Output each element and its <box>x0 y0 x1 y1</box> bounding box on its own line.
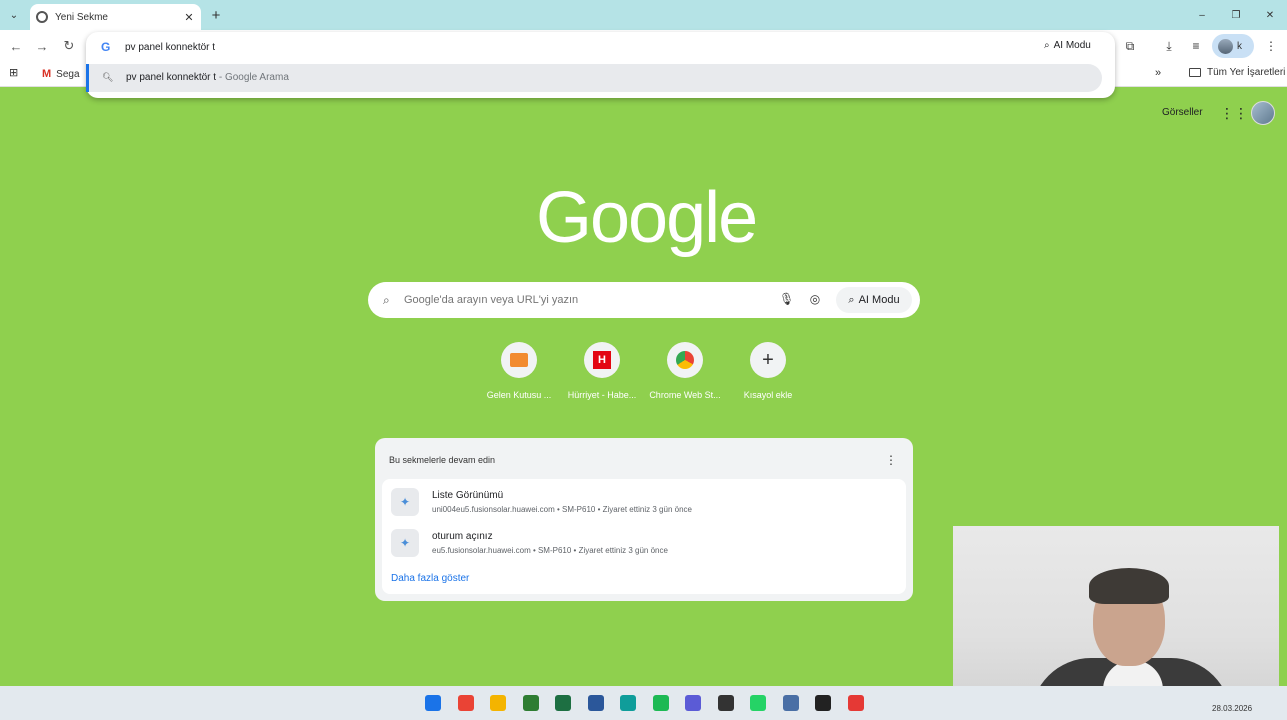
back-button[interactable]: ← <box>7 37 25 55</box>
taskbar-app-icon[interactable] <box>815 695 831 711</box>
taskbar-date: 28.03.2026 <box>1212 704 1253 713</box>
taskbar-word-icon[interactable] <box>587 695 604 711</box>
suggestion-suffix: - Google Arama <box>216 72 289 83</box>
downloads-icon[interactable]: ⤓ <box>1160 37 1178 55</box>
profile-letter: k <box>1237 40 1242 52</box>
list-item-subtitle: uni004eu5.fusionsolar.huawei.com • SM-P6… <box>432 505 692 514</box>
lens-camera-icon[interactable]: ◎ <box>808 292 822 308</box>
shortcut-chrome-web-store[interactable]: Chrome Web St... <box>643 342 727 400</box>
chrome-web-store-icon <box>676 351 694 369</box>
minimize-button[interactable]: – <box>1187 6 1217 24</box>
taskbar-start-icon[interactable] <box>425 695 441 711</box>
chrome-icon <box>36 11 48 23</box>
gmail-icon: M <box>42 68 52 80</box>
ai-mode-label: AI Modu <box>858 294 900 306</box>
shortcut-icon-circle <box>501 342 537 378</box>
mail-icon <box>510 353 528 367</box>
google-logo: Google <box>536 178 758 258</box>
card-title: Bu sekmelerle devam edin <box>389 455 496 465</box>
show-more-link[interactable]: Daha fazla göster <box>391 573 469 584</box>
search-icon: ⌕ <box>383 293 390 307</box>
tab-search-button[interactable]: ⌄ <box>5 6 23 24</box>
taskbar-excel-icon[interactable] <box>555 695 571 711</box>
taskbar-acrobat-icon[interactable] <box>847 695 864 711</box>
tab-new-tab[interactable]: Yeni Sekme ✕ <box>30 4 201 30</box>
shortcut-icon-circle <box>667 342 703 378</box>
suggestion-query: pv panel konnektör t <box>126 72 217 83</box>
taskbar-explorer-icon[interactable] <box>490 695 506 711</box>
omnibox-ai-mode-button[interactable]: ⌕ AI Modu <box>1044 40 1091 51</box>
bookmark-gmail[interactable]: M Sega <box>42 68 80 80</box>
account-avatar[interactable] <box>1251 101 1275 125</box>
windows-taskbar <box>0 686 1287 720</box>
selection-indicator <box>86 64 89 92</box>
person-hair <box>1089 568 1169 604</box>
shortcut-label: Gelen Kutusu ... <box>486 390 552 400</box>
taskbar-store-icon[interactable] <box>620 695 636 711</box>
shortcut-add[interactable]: + Kısayol ekle <box>726 342 810 400</box>
forward-button[interactable]: → <box>33 37 51 55</box>
fusionsolar-icon: ✦ <box>391 529 419 557</box>
ntp-ai-mode-button[interactable]: ⌕ AI Modu <box>836 287 912 313</box>
bookmark-label: Sega <box>56 68 80 80</box>
shortcut-label: Hürriyet - Habe... <box>567 390 637 400</box>
list-item-title: Liste Görünümü <box>432 490 504 501</box>
omnibox-dropdown: G ⌕ AI Modu 🔍︎ pv panel konnektör t - Go… <box>86 32 1115 98</box>
hurriyet-logo-icon: H <box>593 351 611 369</box>
all-bookmarks-button[interactable]: Tüm Yer İşaretleri <box>1189 67 1285 78</box>
taskbar-chrome-icon[interactable] <box>457 695 474 711</box>
list-item-title: oturum açınız <box>432 531 493 542</box>
new-tab-button[interactable]: + <box>206 6 226 24</box>
search-icon: 🔍︎ <box>102 72 114 82</box>
webcam-overlay <box>953 526 1279 708</box>
list-item[interactable]: ✦ Liste Görünümü uni004eu5.fusionsolar.h… <box>387 484 901 520</box>
card-menu-icon[interactable]: ⋮ <box>885 453 897 467</box>
ai-mode-label: AI Modu <box>1053 40 1091 51</box>
profile-button[interactable]: k <box>1212 34 1254 58</box>
taskbar-terminal-icon[interactable] <box>717 695 734 711</box>
shortcut-label: Kısayol ekle <box>743 390 793 400</box>
all-bookmarks-label: Tüm Yer İşaretleri <box>1207 67 1286 78</box>
suggestion-row[interactable]: 🔍︎ pv panel konnektör t - Google Arama <box>86 64 1102 92</box>
close-window-button[interactable]: ✕ <box>1255 6 1285 24</box>
reload-button[interactable]: ↻ <box>60 37 78 55</box>
list-item[interactable]: ✦ oturum açınız eu5.fusionsolar.huawei.c… <box>387 525 901 561</box>
taskbar-settings-icon[interactable] <box>782 695 799 711</box>
shortcut-label: Chrome Web St... <box>649 390 721 400</box>
suggestion-text: pv panel konnektör t - Google Arama <box>126 72 289 83</box>
taskbar-calculator-icon[interactable] <box>522 695 539 711</box>
shortcut-icon-circle: + <box>750 342 786 378</box>
address-bar-input[interactable] <box>125 39 1005 55</box>
avatar <box>1218 38 1233 54</box>
shortcut-gmail[interactable]: Gelen Kutusu ... <box>477 342 561 400</box>
folder-icon <box>1189 68 1201 77</box>
taskbar-snipping-icon[interactable] <box>685 695 701 711</box>
google-g-icon: G <box>101 40 111 54</box>
taskbar-spotify-icon[interactable] <box>652 695 669 711</box>
apps-grid-icon[interactable]: ⊞ <box>9 67 21 79</box>
ntp-search-input[interactable] <box>404 292 764 308</box>
bookmarks-overflow-button[interactable]: » <box>1155 67 1161 79</box>
fusionsolar-icon: ✦ <box>391 488 419 516</box>
shortcut-icon-circle: H <box>584 342 620 378</box>
shortcut-hurriyet[interactable]: H Hürriyet - Habe... <box>560 342 644 400</box>
taskbar-whatsapp-icon[interactable] <box>750 695 766 711</box>
menu-icon[interactable]: ⋮ <box>1262 37 1280 55</box>
ai-sparkle-icon: ⌕ <box>1044 40 1050 51</box>
ai-sparkle-icon: ⌕ <box>848 293 855 306</box>
maximize-button[interactable]: ❐ <box>1221 6 1251 24</box>
list-item-subtitle: eu5.fusionsolar.huawei.com • SM-P610 • Z… <box>432 546 668 555</box>
plus-icon: + <box>762 348 774 371</box>
tab-close-icon[interactable]: ✕ <box>181 9 197 25</box>
title-bar: ⌄ Yeni Sekme ✕ + – ❐ ✕ <box>0 0 1287 30</box>
images-link[interactable]: Görseller <box>1162 107 1203 118</box>
tab-title: Yeni Sekme <box>55 11 108 23</box>
media-controls-icon[interactable]: ≡ <box>1187 37 1205 55</box>
microphone-icon[interactable]: 🎙︎ <box>779 292 794 308</box>
continue-tabs-card: Bu sekmelerle devam edin ⋮ ✦ Liste Görün… <box>375 438 913 601</box>
extensions-icon[interactable]: ⧉ <box>1121 37 1139 55</box>
